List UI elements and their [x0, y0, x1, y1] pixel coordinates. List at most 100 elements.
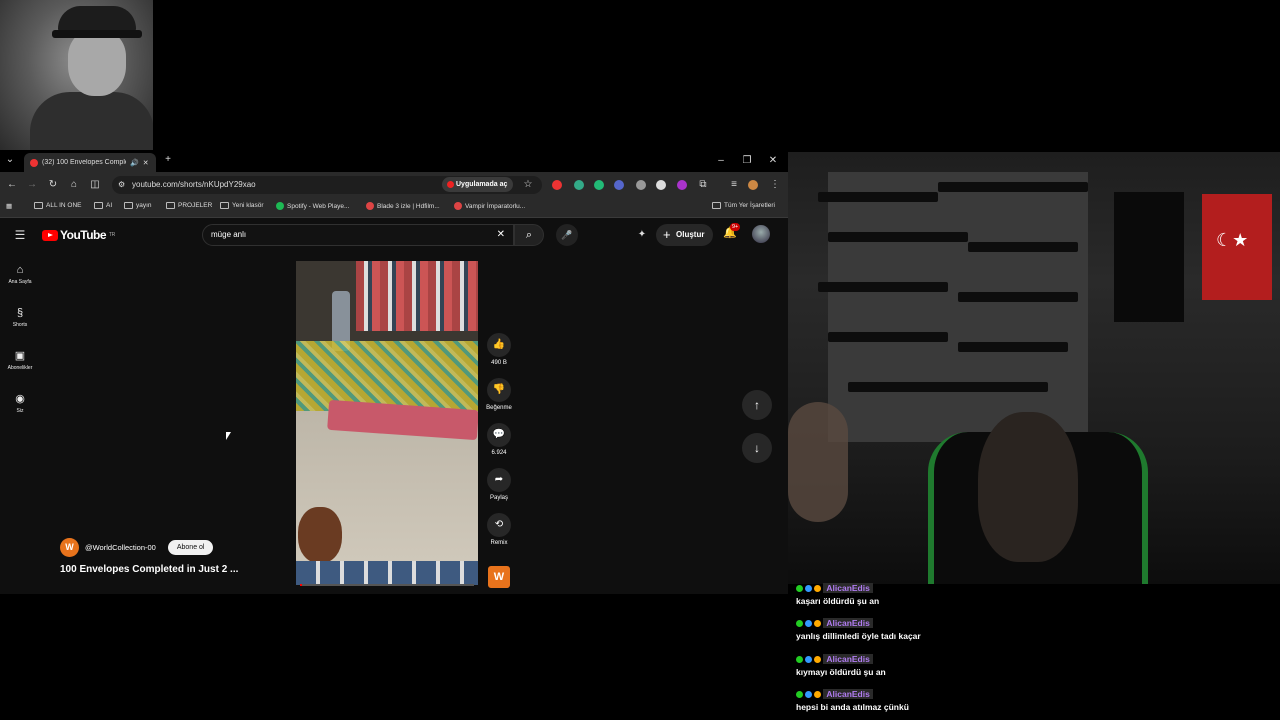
browser-tab[interactable]: (32) 100 Envelopes Completed 🔊 ✕	[24, 153, 156, 172]
video-title[interactable]: 100 Envelopes Completed in Just 2 ...	[60, 564, 238, 575]
url-text: youtube.com/shorts/nKUpdY29xao	[132, 180, 256, 189]
chat-message: AlicanEdis kıymayı öldürdü şu an	[796, 654, 886, 677]
voice-search-button[interactable]: 🎤	[556, 224, 578, 246]
search-button[interactable]: ⌕	[514, 224, 544, 246]
search-input[interactable]: müge anlı ✕	[202, 224, 514, 246]
user-badges-icon	[796, 620, 821, 628]
channel-avatar[interactable]: W	[60, 538, 79, 557]
previous-short-button[interactable]: ↑	[742, 390, 772, 420]
user-badges-icon	[796, 691, 821, 699]
webcam-feed	[788, 152, 1280, 584]
extension-icon-7[interactable]	[677, 180, 687, 190]
bookmark-folder[interactable]: PROJELER	[166, 202, 212, 209]
bookmark-folder[interactable]: AI	[94, 202, 112, 209]
side-panel-icon[interactable]: ◫	[87, 177, 103, 193]
restore-button[interactable]: ❐	[736, 153, 758, 169]
bookmark-folder[interactable]: ALL IN ONE	[34, 202, 82, 209]
tab-search-icon[interactable]: ⌄	[2, 152, 18, 168]
extensions-puzzle-icon[interactable]: ⧉	[695, 177, 711, 193]
extension-icon-2[interactable]	[574, 180, 584, 190]
comments-button[interactable]: 💬 6.924	[486, 423, 512, 456]
hamburger-menu-icon[interactable]: ☰	[12, 227, 28, 243]
open-in-app-button[interactable]: Uygulamada aç	[442, 177, 514, 192]
back-button[interactable]: ←	[4, 177, 20, 193]
site-info-icon[interactable]: ⚙	[118, 176, 125, 194]
forward-button[interactable]: →	[24, 177, 40, 193]
stream-chat: AlicanEdis kaşarı öldürdü şu an AlicanEd…	[790, 580, 1090, 720]
home-icon: ⌂	[16, 264, 24, 276]
arrow-down-icon: ↓	[754, 441, 760, 455]
share-button[interactable]: ➦ Paylaş	[486, 468, 512, 501]
extension-icon-3[interactable]	[594, 180, 604, 190]
new-tab-button[interactable]: +	[160, 152, 176, 168]
youtube-page: ☰ YouTubeTR müge anlı ✕ ⌕ 🎤 ✦ Oluştur 🔔 …	[0, 218, 788, 594]
home-button[interactable]: ⌂	[66, 177, 82, 193]
next-short-button[interactable]: ↓	[742, 433, 772, 463]
reload-button[interactable]: ↻	[45, 177, 61, 193]
like-button[interactable]: 👍 490 B	[486, 333, 512, 366]
profile-avatar-icon[interactable]	[748, 180, 758, 190]
chat-message: AlicanEdis yanlış dillimledi öyle tadı k…	[796, 618, 921, 641]
media-control-icon[interactable]: ≡	[726, 177, 742, 193]
share-icon: ➦	[487, 468, 511, 492]
user-badges-icon	[796, 656, 821, 664]
tab-bar: ⌄ (32) 100 Envelopes Completed 🔊 ✕ + – ❐…	[0, 150, 788, 172]
tab-close-icon[interactable]: ✕	[143, 159, 149, 167]
user-badges-icon	[796, 585, 821, 593]
sidebar-item-shorts[interactable]: § Shorts	[0, 307, 40, 328]
you-icon: ◉	[15, 393, 25, 405]
bookmarks-bar: ▦ ALL IN ONE AI yayın PROJELER Yeni klas…	[0, 198, 788, 218]
address-toolbar: ← → ↻ ⌂ ◫ ⚙ youtube.com/shorts/nKUpdY29x…	[0, 172, 788, 198]
bookmark-spotify[interactable]: Spotify - Web Playe...	[276, 202, 349, 210]
extension-icon-5[interactable]	[636, 180, 646, 190]
dislike-button[interactable]: 👎 Beğenme	[486, 378, 512, 411]
youtube-logo[interactable]: YouTube TR	[42, 228, 115, 242]
thumbs-down-icon: 👎	[487, 378, 511, 402]
short-video-player[interactable]	[296, 261, 478, 585]
bookmark-link[interactable]: Vampir İmparatorlu...	[454, 202, 525, 210]
subscriptions-icon: ▣	[14, 350, 26, 362]
remix-button[interactable]: ⟲ Remix	[486, 513, 512, 546]
remix-icon: ⟲	[487, 513, 511, 537]
browser-menu-icon[interactable]: ⋮	[767, 177, 783, 193]
apps-grid-icon[interactable]: ▦	[6, 202, 12, 210]
extension-icon-6[interactable]	[656, 180, 666, 190]
sidebar-item-you[interactable]: ◉ Siz	[0, 392, 40, 414]
bookmark-star-icon[interactable]: ☆	[520, 177, 536, 193]
portrait-image	[0, 0, 153, 150]
account-avatar[interactable]	[752, 225, 770, 243]
channel-handle[interactable]: @WorldCollection-00	[85, 543, 156, 552]
notification-badge: 9+	[730, 223, 741, 231]
bookmark-folder[interactable]: yayın	[124, 202, 152, 209]
shorts-icon: §	[16, 307, 24, 319]
clear-search-icon[interactable]: ✕	[497, 225, 505, 245]
tab-title: (32) 100 Envelopes Completed	[42, 159, 126, 166]
channel-info: W @WorldCollection-00 Abone ol	[60, 538, 214, 557]
speaker-icon[interactable]: 🔊	[130, 159, 139, 167]
arrow-up-icon: ↑	[754, 398, 760, 412]
browser-window: ⌄ (32) 100 Envelopes Completed 🔊 ✕ + – ❐…	[0, 150, 788, 594]
thumbs-up-icon: 👍	[487, 333, 511, 357]
close-window-button[interactable]: ✕	[762, 153, 784, 169]
chat-message: AlicanEdis hepsi bi anda atılmaz çünkü	[796, 689, 909, 712]
youtube-play-icon	[42, 229, 58, 241]
mouse-cursor	[226, 432, 231, 440]
sidebar-item-home[interactable]: ⌂ Ana Sayfa	[0, 264, 40, 285]
microphone-icon: 🎤	[561, 230, 573, 240]
extension-icon-1[interactable]	[552, 180, 562, 190]
extension-icon-4[interactable]	[614, 180, 624, 190]
subscribe-button[interactable]: Abone ol	[167, 540, 214, 555]
video-progress-bar[interactable]	[300, 584, 474, 586]
minimize-button[interactable]: –	[710, 153, 732, 169]
create-button[interactable]: Oluştur	[656, 224, 714, 246]
bookmark-folder[interactable]: Yeni klasör	[220, 202, 264, 209]
youtube-favicon-icon	[30, 158, 38, 167]
chat-message: AlicanEdis kaşarı öldürdü şu an	[796, 583, 880, 606]
comment-icon: 💬	[487, 423, 511, 447]
sidebar-item-subscriptions[interactable]: ▣ Abonelikler	[0, 349, 40, 371]
gemini-icon[interactable]: ✦	[634, 227, 650, 243]
channel-thumbnail[interactable]: W	[488, 566, 510, 588]
all-bookmarks-folder[interactable]: Tüm Yer İşaretleri	[712, 202, 775, 209]
search-icon: ⌕	[525, 229, 533, 241]
bookmark-link[interactable]: Blade 3 izle | Hdfilm...	[366, 202, 440, 210]
